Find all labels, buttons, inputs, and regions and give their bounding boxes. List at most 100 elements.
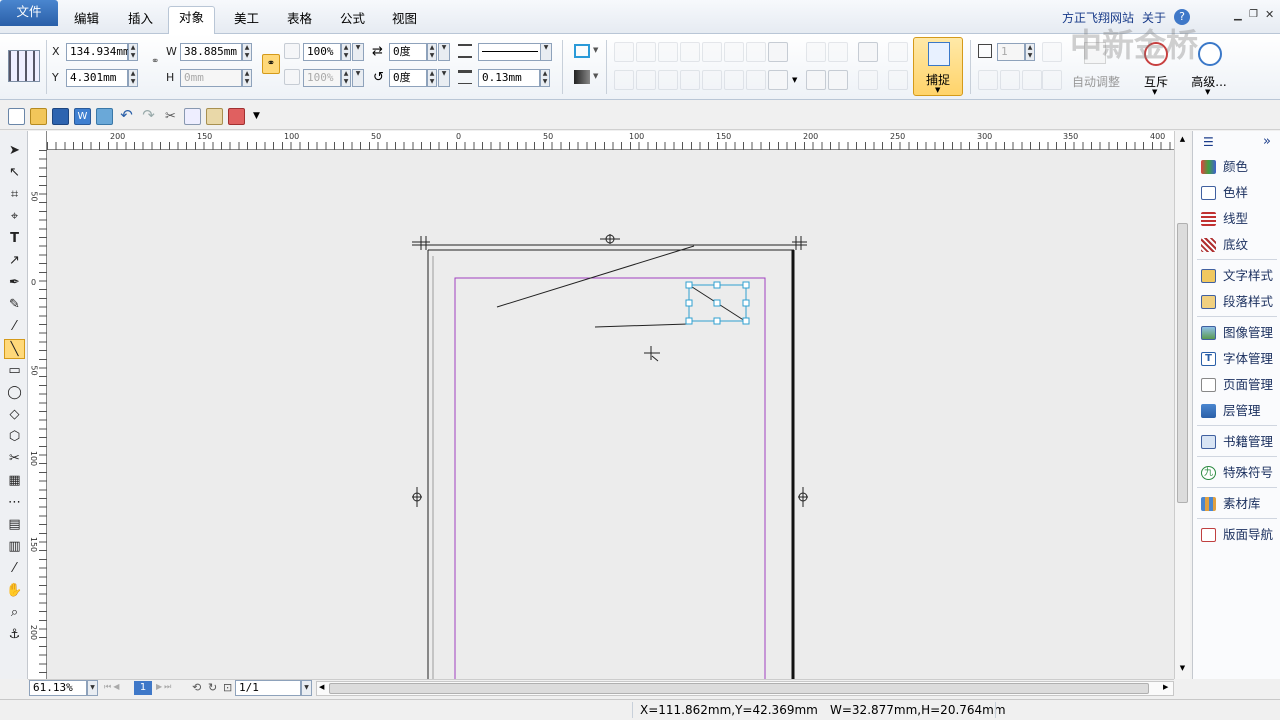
column-b-icon[interactable]	[1000, 70, 1020, 90]
minimize-icon[interactable]: ▁	[1234, 10, 1242, 21]
ellipse-tool-icon[interactable]: ◯	[4, 383, 25, 403]
distribute-right-icon[interactable]	[658, 70, 678, 90]
line-style-dropdown[interactable]	[478, 43, 542, 61]
close-icon[interactable]: ✕	[1265, 8, 1274, 21]
save-icon[interactable]	[52, 108, 69, 125]
vertical-ruler[interactable]: 50 0 50 100 150 200	[28, 150, 47, 679]
table-draw-tool-icon[interactable]: ⋯	[4, 493, 25, 513]
horizontal-scrollbar[interactable]: ◀ ▶	[316, 681, 1174, 696]
align-right-icon[interactable]	[658, 42, 678, 62]
fill-color-icon[interactable]	[574, 70, 590, 84]
distribute-left-icon[interactable]	[614, 70, 634, 90]
pen-tool-icon[interactable]: ✒	[4, 273, 25, 293]
layer-down-icon[interactable]	[888, 70, 908, 90]
scale-x-field[interactable]: 100%	[303, 43, 341, 61]
page-count-dropdown[interactable]: ▼	[301, 680, 312, 696]
cut-icon[interactable]: ✂	[162, 108, 179, 125]
layer-front-icon[interactable]	[806, 70, 826, 90]
lock-proportion-icon[interactable]: ⚭	[262, 54, 280, 74]
ruler-origin[interactable]	[28, 131, 47, 150]
rotate-spinner[interactable]: ▲ ▼	[427, 43, 437, 61]
stroke-width-spinner[interactable]: ▲ ▼	[540, 69, 550, 87]
w-field[interactable]: 38.885mm	[180, 43, 242, 61]
eyedropper-tool-icon[interactable]: ⁄	[4, 317, 25, 337]
page-next-last-icon[interactable]: ▶⏭	[156, 682, 173, 692]
page-current[interactable]: 1	[134, 681, 152, 695]
anchor-tool-icon[interactable]: ⚓	[4, 625, 25, 645]
redo-icon[interactable]: ↷	[140, 108, 157, 125]
path-text-tool-icon[interactable]: ↗	[4, 251, 25, 271]
distribute-bottom-icon[interactable]	[724, 70, 744, 90]
link-chain-icon[interactable]: ⚭	[151, 56, 159, 67]
panel-collapse-icon[interactable]: »	[1263, 134, 1271, 149]
h-field[interactable]: 0mm	[180, 69, 242, 87]
tab-insert[interactable]: 插入	[118, 8, 163, 34]
border-arrow[interactable]: ▼	[792, 76, 797, 84]
page-refresh-icon[interactable]: ↻	[208, 681, 217, 694]
scale-x-spinner[interactable]: ▲ ▼	[341, 43, 351, 61]
reference-point-icon[interactable]	[8, 50, 40, 82]
column-c-icon[interactable]	[1022, 70, 1042, 90]
select-tool-icon[interactable]: ➤	[4, 141, 25, 161]
file-menu[interactable]: 文件	[0, 0, 58, 26]
ungroup-icon[interactable]	[828, 42, 848, 62]
align-middle-icon[interactable]	[702, 42, 722, 62]
rotate-field[interactable]: 0度	[389, 43, 427, 61]
line-style-arrow[interactable]: ▼	[540, 43, 552, 61]
zoom-dropdown[interactable]: ▼	[87, 680, 98, 696]
line-tool-icon[interactable]: ╲	[4, 339, 25, 359]
text-tool-icon[interactable]: T	[4, 229, 25, 249]
scale-x-dropdown[interactable]: ▼	[352, 43, 364, 61]
table-edit-tool-icon[interactable]: ▤	[4, 515, 25, 535]
page-add-icon[interactable]: ⟲	[192, 681, 201, 694]
y-field[interactable]: 4.301mm	[66, 69, 128, 87]
scroll-up-icon[interactable]: ▲	[1177, 135, 1188, 145]
rectangle-tool-icon[interactable]: ▭	[4, 361, 25, 381]
stroke-color-arrow[interactable]: ▼	[593, 46, 598, 54]
diamond-tool-icon[interactable]: ◇	[4, 405, 25, 425]
border-icon[interactable]	[768, 70, 788, 90]
page-lock-icon[interactable]: ⊡	[223, 681, 232, 694]
scale-y-field[interactable]: 100%	[303, 69, 341, 87]
column-adjust-icon[interactable]	[1042, 42, 1062, 62]
crop-tool-icon[interactable]: ⌗	[4, 185, 25, 205]
snap-button[interactable]: 捕捉 ▼	[913, 37, 963, 96]
layer-back-icon[interactable]	[828, 70, 848, 90]
align-bottom-icon[interactable]	[724, 42, 744, 62]
column-d-icon[interactable]	[1042, 70, 1062, 90]
distribute-middle-icon[interactable]	[702, 70, 722, 90]
scroll-thumb[interactable]	[1177, 223, 1188, 503]
column-a-icon[interactable]	[978, 70, 998, 90]
copy-icon[interactable]	[184, 108, 201, 125]
scale-y-spinner[interactable]: ▲ ▼	[341, 69, 351, 87]
restore-icon[interactable]: ❐	[1249, 9, 1258, 20]
group-icon[interactable]	[806, 42, 826, 62]
column-count-spinner[interactable]: ▲ ▼	[1025, 43, 1035, 61]
scroll-left-icon[interactable]: ◀	[319, 683, 324, 691]
rotate-dropdown[interactable]: ▼	[438, 43, 450, 61]
scissors-tool-icon[interactable]: ✂	[4, 449, 25, 469]
vertical-scrollbar[interactable]: ▲ ▼	[1174, 131, 1190, 679]
page-count-field[interactable]: 1/1	[235, 680, 301, 696]
tab-art[interactable]: 美工	[224, 8, 269, 34]
tab-view[interactable]: 视图	[382, 8, 427, 34]
hand-tool-icon[interactable]: ✋	[4, 581, 25, 601]
polygon-tool-icon[interactable]: ⬡	[4, 427, 25, 447]
layer-up-icon[interactable]	[858, 70, 878, 90]
pencil-tool-icon[interactable]: ✎	[4, 295, 25, 315]
table-grid-tool-icon[interactable]: ▥	[4, 537, 25, 557]
scale-y-dropdown[interactable]: ▼	[352, 69, 364, 87]
skew-field[interactable]: 0度	[389, 69, 427, 87]
unlock-icon[interactable]	[888, 42, 908, 62]
tab-table[interactable]: 表格	[277, 8, 322, 34]
distribute-v-icon[interactable]	[746, 70, 766, 90]
open-file-icon[interactable]	[30, 108, 47, 125]
tab-formula[interactable]: 公式	[330, 8, 375, 34]
warp-tool-icon[interactable]: ⌖	[4, 207, 25, 227]
skew-spinner[interactable]: ▲ ▼	[427, 69, 437, 87]
page-drawing[interactable]	[47, 150, 1174, 679]
customize-qat-icon[interactable]: ▼	[248, 108, 265, 125]
horizontal-ruler[interactable]: 200 150 100 50 0 50 100 150 200 250 300 …	[28, 131, 1174, 150]
distribute-top-icon[interactable]	[680, 70, 700, 90]
fill-color-arrow[interactable]: ▼	[593, 72, 598, 80]
